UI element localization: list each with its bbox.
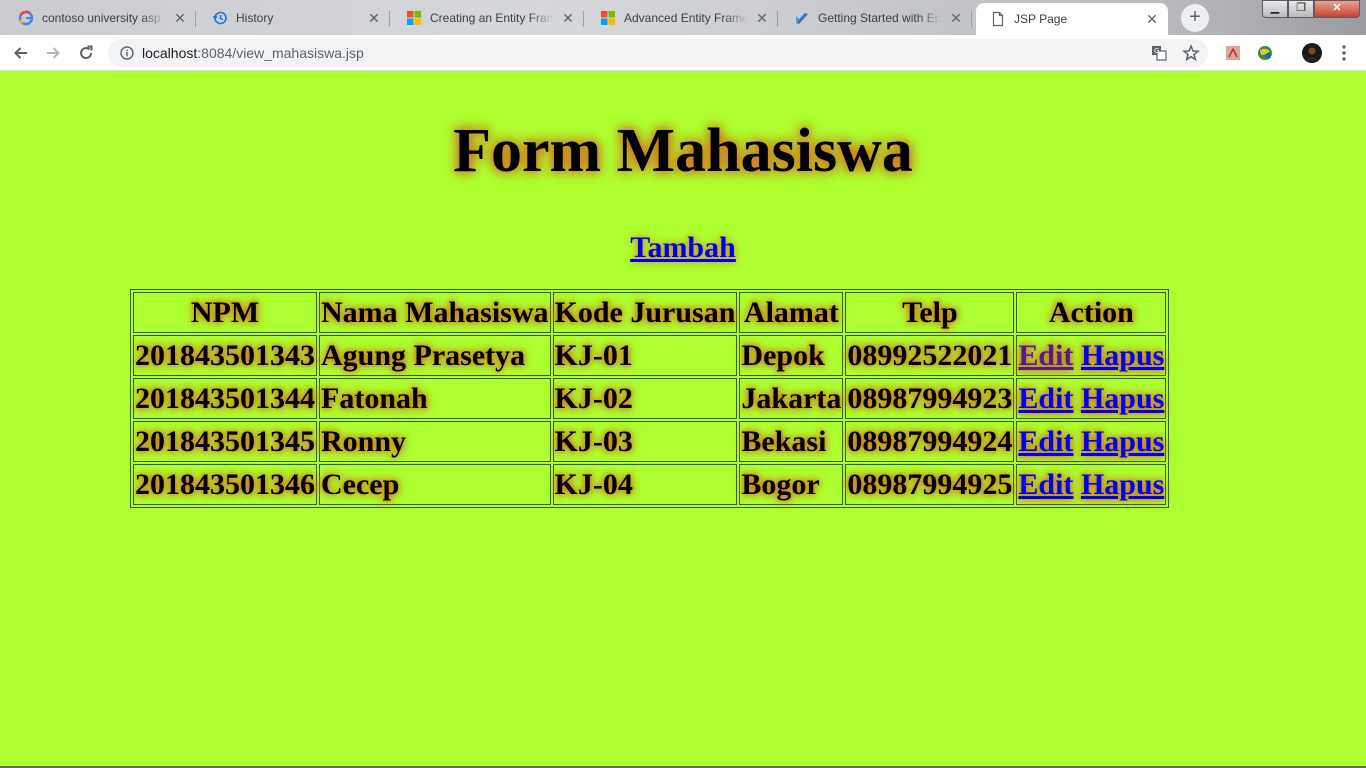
cell-action: Edit Hapus — [1016, 421, 1167, 462]
microsoft-icon — [600, 10, 616, 26]
info-icon[interactable] — [120, 46, 134, 60]
column-header-telp: Telp — [845, 292, 1015, 333]
cell-npm: 201843501344 — [133, 378, 317, 419]
pdf-extension-icon[interactable] — [1223, 43, 1243, 63]
page-icon — [990, 11, 1006, 27]
extension-globe-icon[interactable] — [1255, 43, 1275, 63]
delete-link[interactable]: Hapus — [1081, 382, 1164, 415]
address-bar[interactable]: localhost:8084/view_mahasiswa.jsp — [108, 39, 1208, 67]
column-header-alamat: Alamat — [739, 292, 844, 333]
add-student-link[interactable]: Tambah — [630, 231, 736, 264]
browser-tab[interactable]: Getting Started with Enti ✕ — [780, 3, 972, 33]
cell-action: Edit Hapus — [1016, 378, 1167, 419]
tab-title: Getting Started with Enti — [818, 11, 942, 25]
delete-link[interactable]: Hapus — [1081, 425, 1164, 458]
close-icon[interactable]: ✕ — [1144, 11, 1160, 27]
cell-telp: 08987994923 — [845, 378, 1015, 419]
cell-npm: 201843501346 — [133, 464, 317, 505]
reload-icon — [80, 45, 93, 60]
url-host: localhost — [142, 45, 198, 61]
tab-title: JSP Page — [1014, 12, 1068, 26]
cell-action: Edit Hapus — [1016, 335, 1167, 376]
browser-toolbar: localhost:8084/view_mahasiswa.jsp G — [0, 35, 1366, 71]
page-content: Form Mahasiswa Tambah NPM Nama Mahasiswa… — [0, 71, 1366, 768]
window-close-icon[interactable]: ✕ — [1314, 0, 1360, 18]
forward-arrow-icon — [47, 47, 60, 59]
cell-alamat: Bekasi — [739, 421, 844, 462]
cell-kode: KJ-04 — [552, 464, 738, 505]
cell-nama: Ronny — [319, 421, 551, 462]
delete-link[interactable]: Hapus — [1081, 339, 1164, 372]
table-header-row: NPM Nama Mahasiswa Kode Jurusan Alamat T… — [133, 292, 1167, 333]
cell-kode: KJ-01 — [552, 335, 738, 376]
edit-link[interactable]: Edit — [1018, 339, 1073, 372]
visual-studio-icon — [794, 10, 810, 26]
cell-npm: 201843501343 — [133, 335, 317, 376]
table-row: 201843501343 Agung Prasetya KJ-01 Depok … — [133, 335, 1167, 376]
cell-alamat: Jakarta — [739, 378, 844, 419]
browser-tab[interactable]: Advanced Entity Framew ✕ — [586, 3, 778, 33]
translate-icon[interactable]: G — [1149, 43, 1169, 63]
close-icon[interactable]: ✕ — [948, 10, 964, 26]
cell-telp: 08987994924 — [845, 421, 1015, 462]
edit-link[interactable]: Edit — [1018, 382, 1073, 415]
cell-telp: 08992522021 — [845, 335, 1015, 376]
table-row: 201843501345 Ronny KJ-03 Bekasi 08987994… — [133, 421, 1167, 462]
page-title: Form Mahasiswa — [453, 117, 913, 185]
tab-title: History — [236, 11, 274, 25]
menu-kebab-icon[interactable] — [1334, 43, 1354, 63]
edit-link[interactable]: Edit — [1018, 468, 1073, 501]
tab-title: Creating an Entity Frame — [430, 11, 554, 25]
cell-action: Edit Hapus — [1016, 464, 1167, 505]
cell-nama: Agung Prasetya — [319, 335, 551, 376]
table-row: 201843501344 Fatonah KJ-02 Jakarta 08987… — [133, 378, 1167, 419]
browser-tab[interactable]: Creating an Entity Frame ✕ — [392, 3, 584, 33]
browser-tab-strip: contoso university asp.n ✕ History ✕ Cre… — [0, 0, 1366, 35]
column-header-kode: Kode Jurusan — [552, 292, 738, 333]
cell-nama: Cecep — [319, 464, 551, 505]
cell-alamat: Bogor — [739, 464, 844, 505]
browser-tab[interactable]: contoso university asp.n ✕ — [4, 3, 196, 33]
profile-avatar[interactable] — [1302, 43, 1322, 63]
add-link-container: Tambah — [0, 231, 1366, 265]
column-header-npm: NPM — [133, 292, 317, 333]
google-icon — [18, 10, 34, 26]
browser-tab-active[interactable]: JSP Page ✕ — [976, 3, 1168, 35]
cell-kode: KJ-03 — [552, 421, 738, 462]
bookmark-star-icon[interactable] — [1181, 43, 1201, 63]
cell-kode: KJ-02 — [552, 378, 738, 419]
window-controls: ▁ ❐ ✕ — [1262, 0, 1360, 18]
minimize-icon[interactable]: ▁ — [1262, 0, 1288, 18]
tab-title: contoso university asp.n — [42, 11, 166, 25]
close-icon[interactable]: ✕ — [560, 10, 576, 26]
url-path: :8084/view_mahasiswa.jsp — [197, 45, 364, 61]
close-icon[interactable]: ✕ — [754, 10, 770, 26]
back-button[interactable] — [8, 40, 34, 66]
microsoft-icon — [406, 10, 422, 26]
delete-link[interactable]: Hapus — [1081, 468, 1164, 501]
back-arrow-icon — [14, 47, 27, 59]
forward-button[interactable] — [40, 40, 66, 66]
close-icon[interactable]: ✕ — [172, 10, 188, 26]
reload-button[interactable] — [73, 40, 99, 66]
cell-npm: 201843501345 — [133, 421, 317, 462]
cell-nama: Fatonah — [319, 378, 551, 419]
history-icon — [212, 10, 228, 26]
tab-title: Advanced Entity Framew — [624, 11, 748, 25]
cell-telp: 08987994925 — [845, 464, 1015, 505]
edit-link[interactable]: Edit — [1018, 425, 1073, 458]
table-row: 201843501346 Cecep KJ-04 Bogor 089879949… — [133, 464, 1167, 505]
column-header-action: Action — [1016, 292, 1167, 333]
cell-alamat: Depok — [739, 335, 844, 376]
new-tab-button[interactable]: + — [1181, 4, 1209, 32]
maximize-icon[interactable]: ❐ — [1288, 0, 1314, 18]
browser-tab[interactable]: History ✕ — [198, 3, 390, 33]
column-header-nama: Nama Mahasiswa — [319, 292, 551, 333]
svg-text:G: G — [1154, 47, 1159, 55]
close-icon[interactable]: ✕ — [366, 10, 382, 26]
student-table: NPM Nama Mahasiswa Kode Jurusan Alamat T… — [130, 289, 1170, 508]
